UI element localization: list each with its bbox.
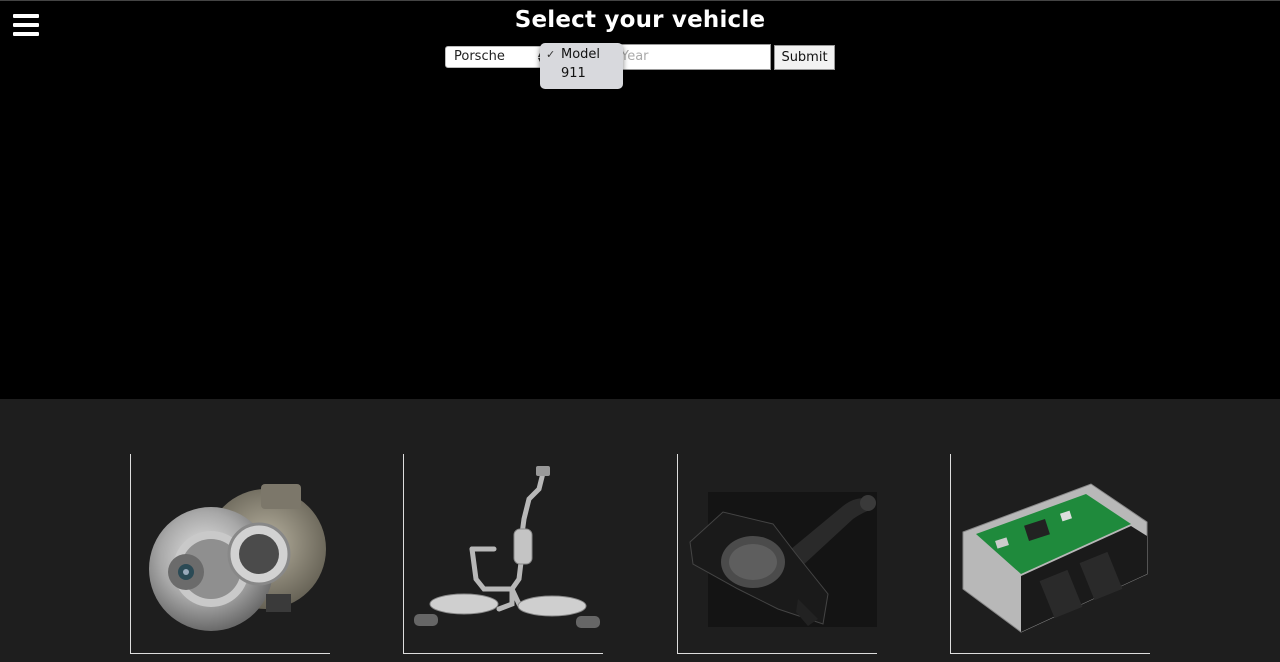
model-dropdown[interactable]: ✓ Model 911 [540,43,623,89]
make-select-value: Porsche [454,49,505,64]
submit-button[interactable]: Submit [774,45,835,70]
year-input[interactable]: Year [614,44,771,70]
ecu-module-image [962,483,1148,633]
page-title: Select your vehicle [514,7,766,33]
parts-categories-panel [0,399,1280,662]
exhaust-system-image [414,466,600,628]
category-card-exhaust[interactable] [403,454,603,654]
cold-air-intake-image [689,492,877,627]
category-card-turbocharger[interactable] [130,454,330,654]
vehicle-selector-panel: Select your vehicle Porsche ▲▼ Year Subm… [0,0,1280,399]
turbocharger-image [149,484,326,631]
checkmark-icon: ✓ [546,48,556,61]
category-card-ecu[interactable] [950,454,1150,654]
model-option-911[interactable]: 911 [561,66,586,81]
category-card-air-intake[interactable] [677,454,877,654]
model-option-model[interactable]: Model [561,47,600,62]
make-select[interactable]: Porsche ▲▼ [445,46,551,68]
